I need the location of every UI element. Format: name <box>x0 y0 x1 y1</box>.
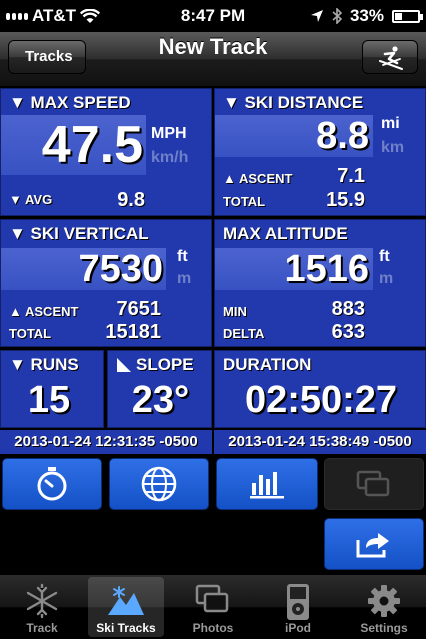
duration-label: DURATION <box>223 355 312 374</box>
vertical-ascent-label: ▲ ASCENT <box>9 304 79 319</box>
duration-tile[interactable]: DURATION 02:50:27 <box>214 350 426 428</box>
navigation-bar: Tracks New Track <box>0 32 426 87</box>
m-unit[interactable]: m <box>177 270 191 288</box>
runs-label: ▼ RUNS <box>9 355 79 374</box>
map-button[interactable] <box>109 458 209 510</box>
max-speed-value: 47.5 <box>41 116 143 174</box>
skier-button[interactable] <box>362 40 418 74</box>
distance-ascent-label: ▲ ASCENT <box>223 171 293 186</box>
snowflake-icon <box>26 583 58 619</box>
ski-distance-label: ▼ SKI DISTANCE <box>223 93 364 112</box>
slope-label: SLOPE <box>136 355 194 374</box>
end-time: 2013-01-24 15:38:49 -0500 <box>214 430 426 454</box>
tab-photos-label: Photos <box>192 621 234 635</box>
vertical-ascent-value: 7651 <box>116 298 162 320</box>
vertical-total-value: 15181 <box>105 321 161 343</box>
photos-tab-icon <box>195 584 229 613</box>
tab-settings[interactable]: Settings <box>346 577 422 637</box>
location-icon <box>310 10 323 22</box>
runs-value: 15 <box>27 379 71 421</box>
battery-percent: 33% <box>349 6 384 25</box>
battery-icon <box>392 9 423 23</box>
slope-icon <box>117 358 131 372</box>
tab-bar: Track Ski Tracks Photos iPod Settings <box>0 575 426 639</box>
slope-tile[interactable]: SLOPE 23° <box>107 350 212 428</box>
tab-ski-tracks-label: Ski Tracks <box>96 621 156 635</box>
vertical-total-label: TOTAL <box>9 326 52 341</box>
ski-distance-tile[interactable]: ▼ SKI DISTANCE 8.8 mi km ▲ ASCENT 7.1 TO… <box>214 88 426 216</box>
globe-icon <box>141 466 177 502</box>
runs-tile[interactable]: ▼ RUNS 15 <box>0 350 104 428</box>
skier-icon <box>379 46 403 70</box>
max-speed-tile[interactable]: ▼ MAX SPEED 47.5 MPH km/h ▼ AVG 9.8 <box>0 88 212 216</box>
mph-unit[interactable]: MPH <box>151 125 187 143</box>
distance-total-value: 15.9 <box>326 189 365 211</box>
km-unit[interactable]: km <box>381 139 404 157</box>
ski-vertical-value: 7530 <box>78 248 163 290</box>
delta-altitude-value: 633 <box>331 321 365 343</box>
ski-distance-value: 8.8 <box>316 115 369 157</box>
slope-value: 23° <box>131 379 190 421</box>
ft-unit[interactable]: ft <box>177 248 188 266</box>
altitude-ft-unit[interactable]: ft <box>379 248 390 266</box>
share-button[interactable] <box>324 518 424 570</box>
ski-vertical-tile[interactable]: ▼ SKI VERTICAL 7530 ft m ▲ ASCENT 7651 T… <box>0 219 212 347</box>
start-time: 2013-01-24 12:31:35 -0500 <box>0 430 212 454</box>
tab-settings-label: Settings <box>360 621 408 635</box>
delta-altitude-label: DELTA <box>223 326 265 341</box>
max-speed-label: ▼ MAX SPEED <box>9 93 131 112</box>
tab-ipod-label: iPod <box>285 621 311 635</box>
max-altitude-value: 1516 <box>284 248 369 290</box>
tab-photos[interactable]: Photos <box>175 577 251 637</box>
ski-vertical-label: ▼ SKI VERTICAL <box>9 224 149 243</box>
min-altitude-value: 883 <box>331 298 365 320</box>
duration-value: 02:50:27 <box>244 379 398 421</box>
status-bar: AT&T 8:47 PM 33% <box>0 0 426 32</box>
mi-unit[interactable]: mi <box>381 115 400 133</box>
min-altitude-label: MIN <box>223 304 247 319</box>
avg-speed-label: ▼ AVG <box>9 192 53 207</box>
avg-speed-value: 9.8 <box>117 189 145 211</box>
tab-ipod[interactable]: iPod <box>260 577 336 637</box>
stopwatch-button[interactable] <box>2 458 102 510</box>
tab-ski-tracks[interactable]: Ski Tracks <box>88 577 164 637</box>
max-altitude-tile[interactable]: MAX ALTITUDE 1516 ft m MIN 883 DELTA 633 <box>214 219 426 347</box>
tab-track-label: Track <box>26 621 58 635</box>
photos-icon <box>356 470 390 497</box>
gear-icon <box>368 585 400 617</box>
distance-total-label: TOTAL <box>223 194 266 209</box>
stopwatch-icon <box>37 467 67 501</box>
altitude-m-unit[interactable]: m <box>379 270 393 288</box>
share-icon <box>356 533 389 558</box>
tab-track[interactable]: Track <box>4 577 80 637</box>
chart-button[interactable] <box>216 458 318 510</box>
mountain-icon <box>108 586 144 615</box>
bar-chart-icon <box>250 472 284 499</box>
photos-button[interactable] <box>324 458 424 510</box>
max-altitude-label: MAX ALTITUDE <box>223 224 348 243</box>
ipod-icon <box>287 584 309 620</box>
kmh-unit[interactable]: km/h <box>151 149 188 167</box>
distance-ascent-value: 7.1 <box>337 165 365 187</box>
bluetooth-icon <box>332 8 342 24</box>
